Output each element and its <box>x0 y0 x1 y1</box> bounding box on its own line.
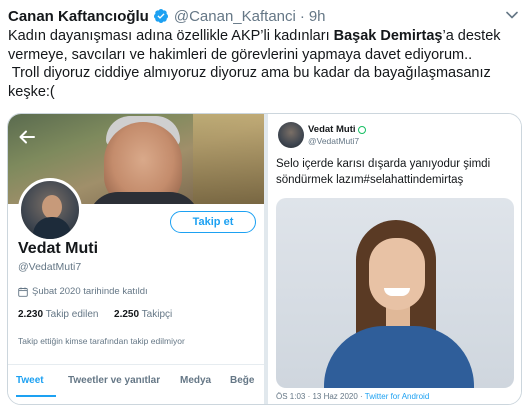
tweet-text-line: Troll diyoruz ciddiye almıyoruz diyoruz … <box>8 65 491 81</box>
tweet-header: Canan Kaftancıoğlu @Canan_Kaftanci · 9h <box>8 6 326 26</box>
separator: · <box>299 7 305 25</box>
followers-label: Takipçi <box>141 309 173 320</box>
joined-text: Şubat 2020 tarihinde katıldı <box>32 286 148 297</box>
tweet-screenshot[interactable]: Vedat Muti @VedatMuti7 Selo içerde karıs… <box>268 114 521 404</box>
follow-stats: 2.230 Takip edilen 2.250 Takipçi <box>18 309 172 320</box>
author-handle[interactable]: @Canan_Kaftanci <box>174 8 296 25</box>
follow-button: Takip et <box>170 211 256 233</box>
tweet-text-segment: Kadın dayanışması adına özellikle AKP’li… <box>8 28 334 44</box>
embedded-photo <box>276 198 514 388</box>
verified-badge-icon <box>153 8 169 24</box>
profile-tabs: Tweet Tweetler ve yanıtlar Medya Beğe <box>8 364 264 404</box>
tweet-text-line: keşke:( <box>8 83 55 100</box>
profile-name: Vedat Muti <box>18 240 99 257</box>
embedded-tweet-meta: ÖS 1:03 · 13 Haz 2020 · Twitter for Andr… <box>276 392 429 401</box>
calendar-icon <box>18 287 28 297</box>
embedded-author-handle: @VedatMuti7 <box>308 136 360 146</box>
embedded-tweet-line: söndürmek lazım#selahattindemirtaş <box>276 174 464 186</box>
following-label: Takip edilen <box>45 309 99 320</box>
profile-handle: @VedatMuti7 <box>18 261 82 273</box>
joined-date: Şubat 2020 tarihinde katıldı <box>18 286 148 297</box>
tab-media: Medya <box>180 375 212 386</box>
tweet-text-line: vermeye, savcıları ve hakimleri de görev… <box>8 46 473 63</box>
embedded-author-name: Vedat Muti <box>308 124 366 135</box>
tweet-avatar <box>278 122 304 148</box>
tweet-media[interactable]: Takip et Vedat Muti @VedatMuti7 Şubat 20… <box>7 113 522 405</box>
mentioned-name: Başak Demirtaş <box>333 28 443 44</box>
timestamp-link[interactable]: 9h <box>309 8 326 25</box>
status-dot-icon <box>357 125 366 134</box>
chevron-down-icon[interactable] <box>505 8 519 22</box>
tweet[interactable]: Canan Kaftancıoğlu @Canan_Kaftanci · 9h … <box>0 0 529 408</box>
tweet-text: Kadın dayanışması adına özellikle AKP’li… <box>8 27 520 101</box>
active-tab-indicator <box>16 395 56 397</box>
tab-tweets-and-replies: Tweetler ve yanıtlar <box>68 375 161 386</box>
followed-by-note: Takip ettiğin kimse tarafından takip edi… <box>18 336 185 346</box>
profile-avatar <box>18 178 82 242</box>
back-arrow-icon <box>18 128 36 146</box>
profile-screenshot[interactable]: Takip et Vedat Muti @VedatMuti7 Şubat 20… <box>8 114 264 404</box>
tweet-text-segment: ’a destek <box>442 28 501 44</box>
embedded-author-name-text: Vedat Muti <box>308 124 356 135</box>
following-count: 2.230 <box>18 309 44 320</box>
embedded-timestamp: ÖS 1:03 · 13 Haz 2020 · <box>276 392 365 401</box>
tab-likes: Beğe <box>230 375 255 386</box>
embedded-tweet-text: Selo içerde karısı dışarda yanıyodur şim… <box>276 156 516 188</box>
tab-tweet: Tweet <box>16 375 44 386</box>
embedded-source: Twitter for Android <box>364 392 430 401</box>
followers-count: 2.250 <box>114 309 140 320</box>
tweet-text-line: Kadın dayanışması adına özellikle AKP’li… <box>8 27 520 46</box>
author-name[interactable]: Canan Kaftancıoğlu <box>8 8 149 25</box>
embedded-tweet-line: Selo içerde karısı dışarda yanıyodur şim… <box>276 158 491 170</box>
